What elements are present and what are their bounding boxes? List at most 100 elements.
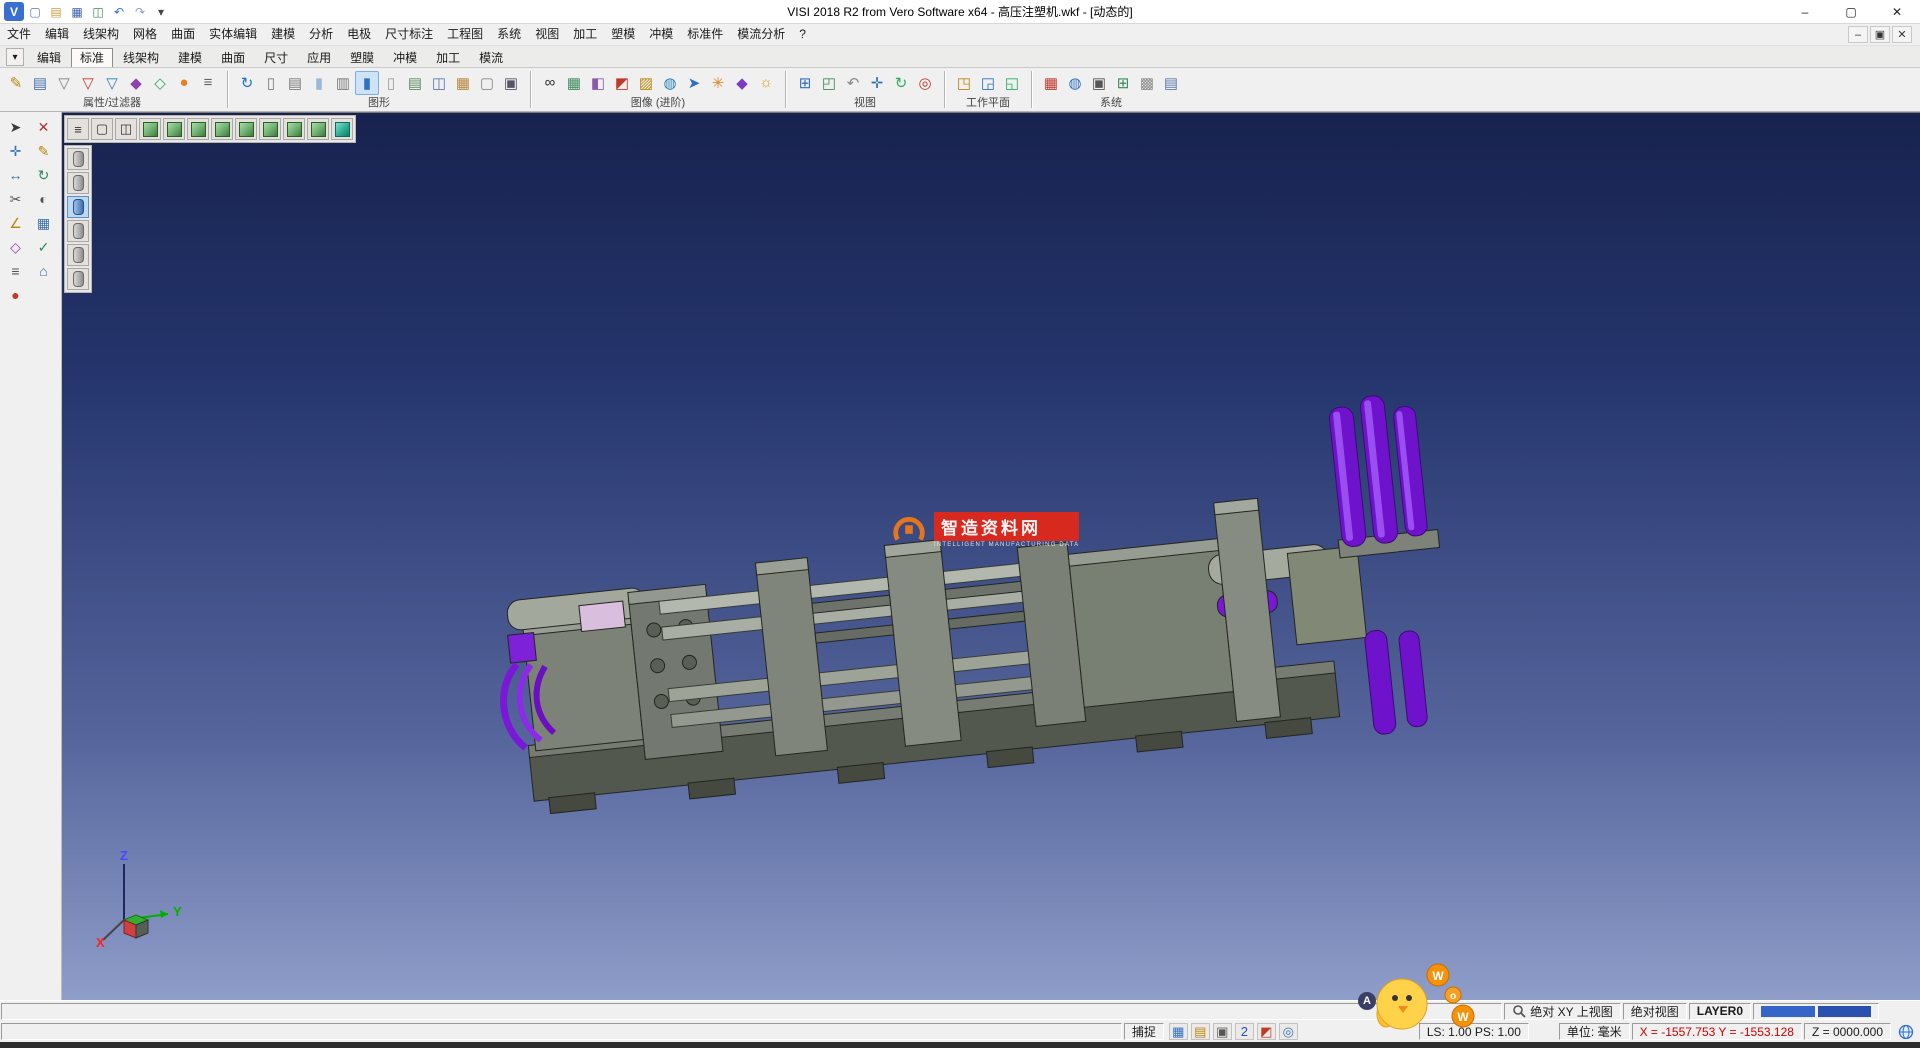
rotate-icon[interactable]: ↻ <box>31 164 56 186</box>
render-icon[interactable]: ◧ <box>586 71 610 95</box>
body-display-hidden-icon[interactable] <box>67 220 89 242</box>
body-display-section-icon[interactable] <box>67 268 89 290</box>
view-cube-top-icon[interactable] <box>235 118 257 140</box>
undo-icon[interactable]: ↶ <box>109 2 129 21</box>
maximize-button[interactable]: ▢ <box>1828 0 1874 23</box>
zoom-extents-icon[interactable]: ⊞ <box>793 71 817 95</box>
view-cube-iso-back-icon[interactable] <box>307 118 329 140</box>
menu-item[interactable]: 电极 <box>340 24 378 45</box>
visi-logo[interactable]: V <box>4 2 24 21</box>
filter-color-icon[interactable]: ▽ <box>76 71 100 95</box>
viewport-list-icon[interactable]: ≡ <box>67 118 89 140</box>
home-view-icon[interactable]: ⌂ <box>31 260 56 282</box>
body-display-ghost-icon[interactable] <box>67 244 89 266</box>
menu-item[interactable]: 建模 <box>264 24 302 45</box>
layer-indicator[interactable]: LAYER0 <box>1689 1003 1751 1020</box>
snapshot-icon[interactable]: ▦ <box>562 71 586 95</box>
viewport-multi-icon[interactable]: ◫ <box>115 118 137 140</box>
menu-item[interactable]: 模流分析 <box>730 24 792 45</box>
layers-icon[interactable]: ▦ <box>31 212 56 234</box>
pan-view-icon[interactable]: ✛ <box>865 71 889 95</box>
quick-access-dropdown-icon[interactable]: ▾ <box>151 2 171 21</box>
reset-filter-icon[interactable]: ≡ <box>196 71 220 95</box>
light-direction-icon[interactable]: ➤ <box>682 71 706 95</box>
paint-mode-icon[interactable]: ◩ <box>1257 1023 1276 1040</box>
select-icon[interactable]: ➤ <box>3 116 28 138</box>
viewport-single-icon[interactable]: ▢ <box>91 118 113 140</box>
ambient-light-icon[interactable]: ☼ <box>754 71 778 95</box>
viewport-3d[interactable]: ≡▢◫ <box>62 112 1920 1000</box>
texture-icon[interactable]: ▨ <box>634 71 658 95</box>
menu-item[interactable]: 尺寸标注 <box>378 24 440 45</box>
child-close-button[interactable]: ✕ <box>1892 26 1912 43</box>
menu-item[interactable]: 曲面 <box>164 24 202 45</box>
background-icon[interactable]: ◍ <box>658 71 682 95</box>
mirror-icon[interactable]: ◐ <box>31 188 56 210</box>
filter-elements-icon[interactable]: ▽ <box>52 71 76 95</box>
toolbar-tab[interactable]: 尺寸 <box>255 48 297 67</box>
snap-toggle[interactable]: 捕捉 <box>1124 1023 1164 1040</box>
globe-icon[interactable] <box>1898 1024 1914 1040</box>
section-cube-icon[interactable]: ◆ <box>730 71 754 95</box>
print-preview-icon[interactable]: ▣ <box>1213 1023 1232 1040</box>
menu-item[interactable]: 编辑 <box>38 24 76 45</box>
menu-item[interactable]: 系统 <box>490 24 528 45</box>
menu-item[interactable]: 分析 <box>302 24 340 45</box>
calculator-icon[interactable]: ⊞ <box>1111 71 1135 95</box>
measure-icon[interactable]: ∠ <box>3 212 28 234</box>
menu-item[interactable]: 加工 <box>566 24 604 45</box>
absolute-view-indicator[interactable]: 绝对视图 <box>1623 1003 1687 1020</box>
compass-icon[interactable]: ◎ <box>1279 1023 1298 1040</box>
trim-icon[interactable]: ✂ <box>3 188 28 210</box>
magnet-snap-icon[interactable]: ◇ <box>148 71 172 95</box>
grid-toggle-icon[interactable]: ▦ <box>1169 1023 1188 1040</box>
menu-item[interactable]: 冲模 <box>642 24 680 45</box>
view-orientation-icon[interactable]: ◎ <box>913 71 937 95</box>
profile-icon[interactable]: ▤ <box>1191 1023 1210 1040</box>
menu-item[interactable]: 视图 <box>528 24 566 45</box>
element-properties-icon[interactable]: ✎ <box>4 71 28 95</box>
wireframe-view-icon[interactable]: ▯ <box>259 71 283 95</box>
selection-mask-icon[interactable]: ◆ <box>124 71 148 95</box>
shaded-view-icon[interactable]: ▮ <box>307 71 331 95</box>
workplane-view-icon[interactable]: ◲ <box>976 71 1000 95</box>
toolbar-tab[interactable]: 应用 <box>298 48 340 67</box>
workplane-xy-icon[interactable]: ◳ <box>952 71 976 95</box>
rotate-view-icon[interactable]: ↻ <box>889 71 913 95</box>
highlight-icon[interactable]: ● <box>172 71 196 95</box>
delete-icon[interactable]: ✕ <box>31 116 56 138</box>
menu-item[interactable]: 实体编辑 <box>202 24 264 45</box>
close-button[interactable]: ✕ <box>1874 0 1920 23</box>
materials-icon[interactable]: ◩ <box>610 71 634 95</box>
view-cube-iso-icon[interactable] <box>283 118 305 140</box>
toolbar-tab[interactable]: 冲模 <box>384 48 426 67</box>
toolbar-tab[interactable]: 曲面 <box>212 48 254 67</box>
menu-item[interactable]: ? <box>792 24 813 45</box>
view-cube-dynamic-icon[interactable] <box>331 118 353 140</box>
body-display-shaded-icon[interactable] <box>67 172 89 194</box>
toolbar-tab[interactable]: 编辑 <box>28 48 70 67</box>
minimize-button[interactable]: – <box>1782 0 1828 23</box>
body-display-transparent-icon[interactable] <box>67 196 89 218</box>
copy-attributes-icon[interactable]: ▤ <box>28 71 52 95</box>
toolbar-tab[interactable]: 塑膜 <box>341 48 383 67</box>
child-restore-button[interactable]: ▣ <box>1870 26 1890 43</box>
view-cube-bottom-icon[interactable] <box>259 118 281 140</box>
render-settings-icon[interactable]: ● <box>3 284 28 306</box>
toolbar-tab[interactable]: 标准 <box>71 48 113 67</box>
stereo-glasses-icon[interactable]: ∞ <box>538 71 562 95</box>
open-file-icon[interactable]: ▤ <box>46 2 66 21</box>
menu-item[interactable]: 网格 <box>126 24 164 45</box>
draft-shade-icon[interactable]: ▤ <box>403 71 427 95</box>
toolbar-tab[interactable]: 加工 <box>427 48 469 67</box>
view-cube-back-icon[interactable] <box>163 118 185 140</box>
stretch-icon[interactable]: ↔ <box>3 164 28 186</box>
layer-manager-icon[interactable]: ▦ <box>451 71 475 95</box>
dynamic-shade-icon[interactable]: ▮ <box>355 71 379 95</box>
point-icon[interactable]: ◇ <box>3 236 28 258</box>
transparency-icon[interactable]: ▯ <box>379 71 403 95</box>
spin-model-icon[interactable]: ✳ <box>706 71 730 95</box>
mascot-widget[interactable]: W o W <box>1366 962 1476 1040</box>
view-mode-indicator[interactable]: 绝对 XY 上视图 <box>1504 1003 1620 1020</box>
menu-item[interactable]: 线架构 <box>76 24 126 45</box>
